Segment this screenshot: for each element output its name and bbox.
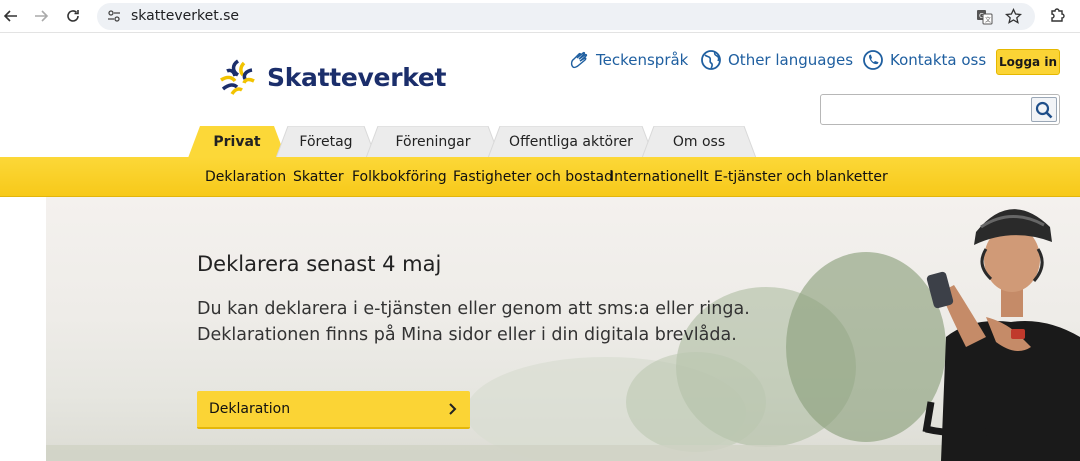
subnav-internationellt[interactable]: Internationellt bbox=[610, 169, 709, 185]
site-settings-icon[interactable] bbox=[107, 9, 121, 23]
puzzle-icon bbox=[1051, 8, 1065, 22]
other-languages-link[interactable]: Other languages bbox=[700, 49, 853, 71]
other-languages-label: Other languages bbox=[728, 51, 854, 69]
skatteverket-logo[interactable]: Skatteverket bbox=[218, 57, 447, 97]
login-button[interactable]: Logga in bbox=[996, 49, 1060, 75]
search-button[interactable] bbox=[1031, 97, 1057, 122]
address-bar[interactable]: skatteverket.se G文 bbox=[97, 3, 1035, 30]
chevron-right-icon bbox=[449, 403, 457, 415]
browser-toolbar: skatteverket.se G文 bbox=[0, 0, 1080, 33]
tab-label: Om oss bbox=[672, 134, 726, 150]
globe-icon bbox=[701, 50, 721, 70]
tab-privat[interactable]: Privat bbox=[188, 126, 286, 158]
deklaration-button[interactable]: Deklaration bbox=[197, 391, 470, 429]
tab-offentliga-aktorer[interactable]: Offentliga aktörer bbox=[488, 126, 654, 158]
tab-label: Företag bbox=[299, 134, 353, 150]
contact-icon bbox=[863, 50, 883, 70]
deklaration-button-label: Deklaration bbox=[209, 401, 291, 417]
tab-label: Privat bbox=[213, 134, 261, 150]
arrow-right-icon bbox=[35, 10, 49, 22]
logo-sun-icon bbox=[220, 59, 255, 95]
forward-button[interactable] bbox=[30, 5, 52, 27]
svg-text:文: 文 bbox=[985, 16, 991, 24]
sign-language-label: Teckenspråk bbox=[596, 51, 689, 69]
search-input[interactable] bbox=[820, 94, 1060, 125]
main-tabs: Privat Företag Föreningar Offentliga akt… bbox=[188, 126, 768, 158]
translate-icon[interactable]: G文 bbox=[976, 8, 993, 25]
hero-text-line: Deklarationen finns på Mina sidor eller … bbox=[197, 325, 737, 345]
tab-foretag[interactable]: Företag bbox=[276, 126, 376, 158]
contact-label: Kontakta oss bbox=[890, 51, 987, 69]
tab-om-oss[interactable]: Om oss bbox=[642, 126, 756, 158]
extensions-button[interactable] bbox=[1048, 5, 1068, 30]
tab-label: Föreningar bbox=[395, 134, 471, 150]
logo-text: Skatteverket bbox=[267, 62, 447, 92]
search-icon bbox=[1035, 101, 1053, 118]
subnav-e-tjanster-och-blanketter[interactable]: E-tjänster och blanketter bbox=[714, 169, 888, 185]
contact-link[interactable]: Kontakta oss bbox=[862, 49, 986, 71]
url-text: skatteverket.se bbox=[131, 8, 240, 24]
subnav-folkbokforing[interactable]: Folkbokföring bbox=[352, 169, 447, 185]
reload-button[interactable] bbox=[62, 5, 84, 27]
reload-icon bbox=[67, 10, 79, 22]
tab-foreningar[interactable]: Föreningar bbox=[366, 126, 500, 158]
hero-title: Deklarera senast 4 maj bbox=[197, 252, 442, 276]
subnav-deklaration[interactable]: Deklaration bbox=[205, 169, 286, 185]
arrow-left-icon bbox=[3, 10, 17, 22]
tab-label: Offentliga aktörer bbox=[509, 134, 633, 150]
hero-text-line: Du kan deklarera i e-tjänsten eller geno… bbox=[197, 299, 750, 319]
sign-language-link[interactable]: Teckenspråk bbox=[568, 49, 688, 71]
sign-language-icon bbox=[570, 51, 588, 69]
sub-navigation: Deklaration Skatter Folkbokföring Fastig… bbox=[0, 157, 1080, 197]
hero-description: Du kan deklarera i e-tjänsten eller geno… bbox=[197, 296, 757, 348]
subnav-fastigheter-och-bostad[interactable]: Fastigheter och bostad bbox=[453, 169, 613, 185]
hero-banner: Deklarera senast 4 maj Du kan deklarera … bbox=[46, 197, 1080, 461]
bookmark-star-icon[interactable] bbox=[1005, 8, 1022, 25]
subnav-skatter[interactable]: Skatter bbox=[293, 169, 344, 185]
back-button[interactable] bbox=[0, 5, 22, 27]
